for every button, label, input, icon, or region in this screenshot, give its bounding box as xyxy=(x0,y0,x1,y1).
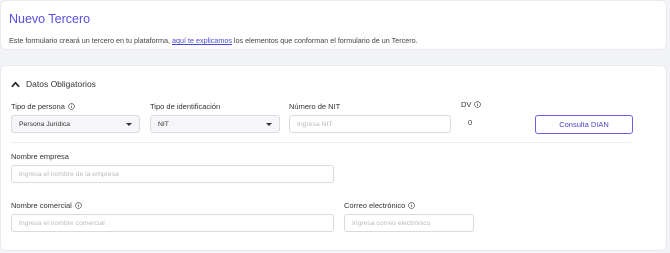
nombre-empresa-label: Nombre empresa xyxy=(11,152,69,161)
info-icon[interactable] xyxy=(68,103,75,110)
dv-label-text: DV xyxy=(461,100,472,109)
info-icon[interactable] xyxy=(75,202,82,209)
info-icon[interactable] xyxy=(474,101,482,108)
nombre-comercial-placeholder: Ingresa el nombre comercial xyxy=(19,219,105,227)
correo-input[interactable]: Ingresa correo electrónico xyxy=(344,214,474,232)
chevron-down-icon xyxy=(266,122,272,126)
correo-label-text: Correo electrónico xyxy=(344,201,406,210)
tipo-persona-label: Tipo de persona xyxy=(11,102,75,111)
dv-value: 0 xyxy=(468,118,473,127)
section-title: Datos Obligatorios xyxy=(26,79,96,89)
tipo-persona-select[interactable]: Persona Jurídica xyxy=(11,115,140,133)
tipo-identificacion-label: Tipo de identificación xyxy=(150,102,220,111)
nombre-comercial-label-text: Nombre comercial xyxy=(11,201,72,210)
numero-nit-placeholder: Ingresa NIT xyxy=(297,120,333,128)
section-toggle[interactable]: Datos Obligatorios xyxy=(11,78,96,90)
divider xyxy=(11,142,631,143)
description-text-before: Este formulario creará un tercero en tu … xyxy=(9,36,172,45)
nombre-empresa-label-text: Nombre empresa xyxy=(11,152,69,161)
correo-placeholder: Ingresa correo electrónico xyxy=(352,219,431,227)
tipo-identificacion-value: NIT xyxy=(158,120,169,128)
nombre-empresa-placeholder: Ingresa el nombre de la empresa xyxy=(19,170,119,178)
header-card: Nuevo Tercero Este formulario creará un … xyxy=(0,0,667,50)
nombre-empresa-input[interactable]: Ingresa el nombre de la empresa xyxy=(11,165,334,183)
tipo-persona-value: Persona Jurídica xyxy=(19,120,71,128)
correo-label: Correo electrónico xyxy=(344,201,416,210)
chevron-up-icon xyxy=(11,81,20,87)
numero-nit-input[interactable]: Ingresa NIT xyxy=(289,115,451,133)
help-link[interactable]: aquí te explicamos xyxy=(172,36,232,45)
numero-nit-label-text: Número de NIT xyxy=(289,102,341,111)
nombre-comercial-label: Nombre comercial xyxy=(11,201,82,210)
page-description: Este formulario creará un tercero en tu … xyxy=(9,36,418,45)
page-title: Nuevo Tercero xyxy=(9,12,91,26)
description-text-after: los elementos que conforman el formulari… xyxy=(231,36,418,45)
numero-nit-label: Número de NIT xyxy=(289,102,340,111)
tipo-identificacion-label-text: Tipo de identificación xyxy=(150,102,221,111)
tipo-persona-label-text: Tipo de persona xyxy=(11,102,65,111)
consulta-dian-button[interactable]: Consulta DIAN xyxy=(535,115,633,134)
form-card: Datos Obligatorios Tipo de persona Tipo … xyxy=(0,65,667,251)
tipo-identificacion-select[interactable]: NIT xyxy=(150,115,280,133)
dv-label: DV xyxy=(461,100,482,109)
nombre-comercial-input[interactable]: Ingresa el nombre comercial xyxy=(11,214,334,232)
info-icon[interactable] xyxy=(408,202,416,209)
chevron-down-icon xyxy=(126,122,132,126)
